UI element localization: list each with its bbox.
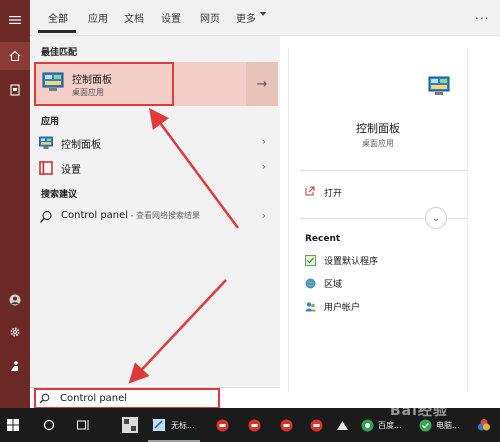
arrow-right-icon: → [256, 76, 268, 92]
section-best-match: 最佳匹配 [41, 48, 78, 58]
tab-apps[interactable]: 应用 [88, 10, 108, 25]
watermark-text: Bai经验 [390, 403, 448, 419]
section-apps: 应用 [41, 117, 60, 127]
chevron-right-icon: › [261, 135, 266, 148]
open-icon [305, 186, 315, 196]
app-thumbnail-icon[interactable] [118, 408, 142, 442]
best-match-title: 控制面板 [72, 75, 112, 86]
search-scope-tabs: 全部 应用 文档 设置 网页 更多 ... [30, 0, 500, 36]
app-red-icon[interactable] [212, 408, 232, 442]
taskbar-item-label[interactable]: 电脑... [436, 420, 460, 431]
tab-documents[interactable]: 文档 [124, 10, 144, 25]
chevron-right-icon: › [261, 160, 266, 173]
app-red-icon[interactable] [276, 408, 296, 442]
app-white-icon[interactable] [332, 408, 352, 442]
settings-app-icon [39, 161, 53, 175]
app-red-icon[interactable] [306, 408, 326, 442]
chevron-down-icon [260, 12, 266, 16]
preview-title: 控制面板 [356, 122, 400, 135]
tab-more[interactable]: 更多 [236, 10, 256, 25]
baidu-browser-icon[interactable] [358, 408, 376, 442]
recent-item-label: 区域 [324, 280, 343, 290]
web-suggestion-query: Control panel [61, 210, 129, 221]
notepad-icon[interactable] [148, 408, 170, 442]
web-suggestion-item[interactable]: Control panel - 查看网络搜索结果 › [30, 206, 280, 228]
search-input[interactable] [60, 390, 260, 406]
app-result-control-panel[interactable]: 控制面板 › [30, 132, 280, 154]
more-options-icon[interactable]: ... [475, 8, 489, 22]
task-view-icon[interactable] [72, 408, 94, 442]
best-match-subtitle: 桌面应用 [72, 88, 104, 97]
avatar[interactable] [0, 286, 30, 314]
preview-subtitle: 桌面应用 [362, 139, 394, 148]
app-result-label: 设置 [61, 165, 81, 176]
expand-button[interactable]: ⌄ [425, 207, 447, 229]
tab-all[interactable]: 全部 [48, 10, 68, 25]
app-result-settings[interactable]: 设置 › [30, 157, 280, 179]
chevron-right-icon: › [261, 209, 266, 222]
region-icon [305, 278, 316, 289]
search-icon [39, 393, 50, 404]
recent-item-label: 设置默认程序 [324, 257, 379, 267]
control-panel-icon [428, 76, 450, 95]
default-programs-icon [305, 255, 316, 266]
settings-gear-icon[interactable] [0, 318, 30, 346]
documents-icon[interactable] [0, 76, 30, 104]
menu-icon[interactable] [0, 6, 30, 34]
best-match-expand-button[interactable]: → [246, 62, 278, 106]
web-suggestion-label: Control panel - 查看网络搜索结果 [61, 210, 200, 221]
taskbar-item-label[interactable]: 百度... [378, 420, 402, 431]
recent-item-label: 用户帐户 [324, 303, 361, 313]
search-icon [39, 210, 52, 223]
recent-heading: Recent [305, 234, 341, 244]
start-left-rail [0, 0, 30, 408]
open-action[interactable]: 打开 [324, 186, 342, 199]
cortana-icon[interactable] [38, 408, 60, 442]
color-picker-icon[interactable] [474, 408, 494, 442]
control-panel-icon [39, 136, 53, 149]
control-panel-icon [42, 72, 64, 91]
active-tab-indicator [38, 30, 76, 33]
tab-settings[interactable]: 设置 [161, 10, 181, 25]
app-red-icon[interactable] [244, 408, 264, 442]
web-suggestion-detail: - 查看网络搜索结果 [128, 211, 201, 220]
app-result-label: 控制面板 [61, 140, 101, 151]
taskbar-item-label[interactable]: 无标... [171, 420, 195, 431]
section-search-suggestions: 搜索建议 [41, 190, 78, 200]
chevron-down-icon: ⌄ [431, 212, 441, 224]
windows-start-icon[interactable] [0, 408, 26, 442]
user-accounts-icon [305, 302, 316, 312]
home-icon[interactable] [0, 42, 30, 70]
divider [300, 170, 468, 171]
power-user-icon[interactable] [0, 352, 30, 380]
tab-web[interactable]: 网页 [200, 10, 220, 25]
best-match-item[interactable] [34, 62, 246, 106]
start-search-box[interactable] [30, 387, 280, 408]
